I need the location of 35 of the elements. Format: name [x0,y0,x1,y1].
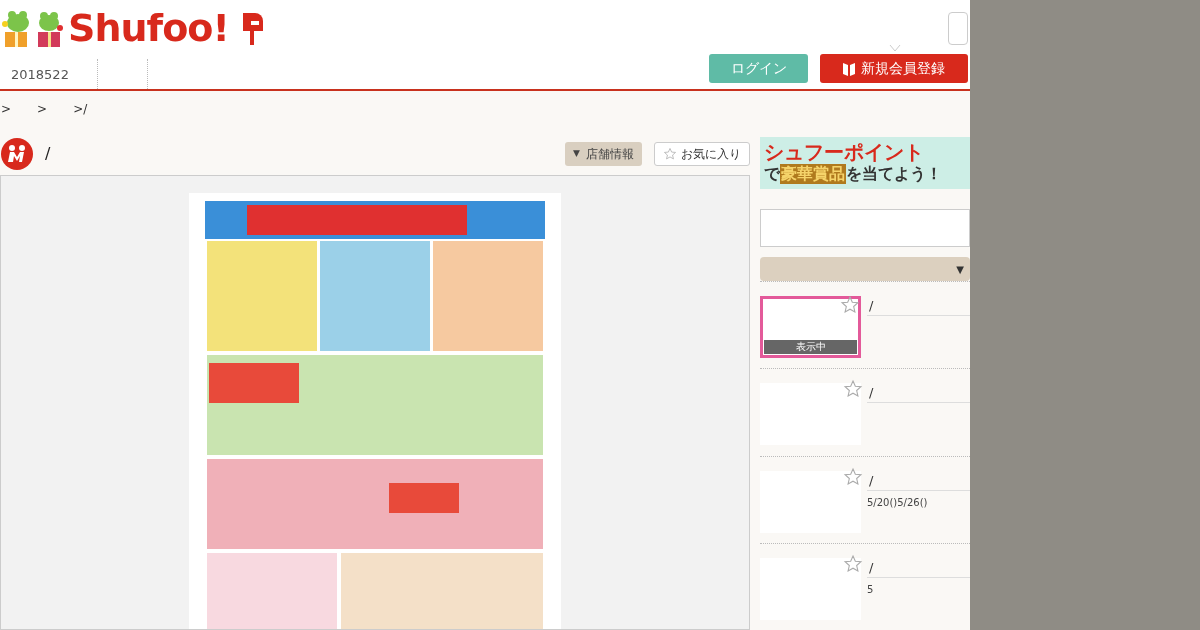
flyer-thumbnail[interactable]: 表示中 [760,296,861,359]
breadcrumb-link[interactable]: > [37,100,48,118]
flyer-thumbnail[interactable] [760,470,861,533]
banner-text: を当てよう！ [846,164,942,185]
register-button[interactable]: 新規会員登録 [820,54,968,83]
star-icon[interactable] [840,295,860,316]
flyer-thumbnail[interactable] [760,557,861,620]
flyer-period: 5 [867,582,875,597]
store-name: / [45,143,51,165]
nav-link[interactable]: 2018522 [0,59,98,89]
star-icon[interactable] [843,379,863,400]
star-icon[interactable] [843,466,863,487]
flyer-title[interactable]: / [867,383,970,404]
flyer-title[interactable]: / [867,470,970,491]
frog-mascot-icon [2,8,64,48]
breadcrumb-link[interactable]: >/ [73,100,88,118]
flyer-thumbnail[interactable] [760,383,861,446]
flyer-dropdown[interactable]: ▼ [760,257,970,282]
logo[interactable]: Shufoo! [2,8,267,48]
store-info-button[interactable]: ▼ 店舗情報 [565,142,642,166]
points-banner[interactable]: シュフーポイント で豪華賞品を当てよう！ [760,137,970,190]
breadcrumb-link[interactable]: > [1,100,12,118]
banner-highlight: 豪華賞品 [780,164,846,185]
leaf-icon [843,61,855,76]
flyer-title[interactable]: / [867,296,970,317]
search-field[interactable] [948,12,968,45]
favorite-button[interactable]: お気に入り [654,142,750,166]
star-icon[interactable] [843,553,863,574]
star-icon [663,147,677,161]
flyer-title[interactable]: / [867,557,970,578]
flyer-period: 5/20()5/26() [867,495,929,510]
current-badge: 表示中 [764,340,857,355]
banner-title: シュフーポイント [764,142,925,163]
banner-text: で [764,164,780,185]
chevron-icon [889,44,901,52]
